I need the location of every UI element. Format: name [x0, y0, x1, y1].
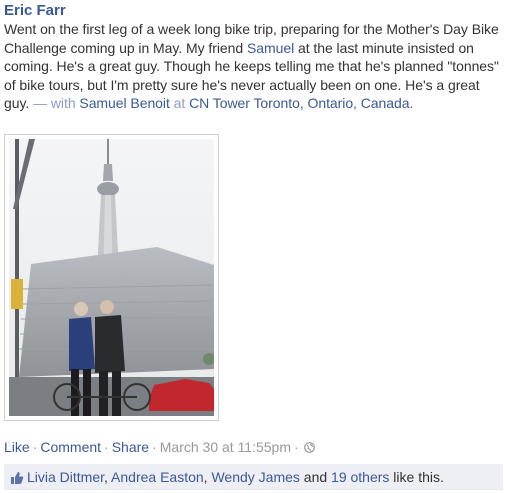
- separator: ·: [32, 439, 38, 455]
- and-word: and: [299, 469, 332, 485]
- post-photo[interactable]: [4, 134, 219, 421]
- comment-link[interactable]: Comment: [40, 439, 101, 455]
- separator: ·: [104, 439, 109, 455]
- mention-link[interactable]: Samuel: [247, 40, 294, 56]
- others-link[interactable]: 19 others: [331, 469, 389, 485]
- thumbs-up-icon: [10, 471, 24, 489]
- author-name-link[interactable]: Eric Farr: [4, 1, 504, 21]
- separator: ·: [294, 439, 299, 455]
- share-link[interactable]: Share: [112, 439, 149, 455]
- likes-suffix: like this.: [389, 469, 444, 485]
- photo-icon: [9, 139, 214, 416]
- at-word: at: [169, 95, 190, 111]
- with-separator: — with: [29, 95, 80, 111]
- like-link[interactable]: Like: [4, 439, 30, 455]
- globe-icon[interactable]: [303, 439, 315, 457]
- post-message: Went on the first leg of a week long bik…: [4, 20, 504, 113]
- liker-link[interactable]: Livia Dittmer: [27, 469, 104, 485]
- likes-summary: Livia Dittmer, Andrea Easton, Wendy Jame…: [4, 464, 503, 490]
- separator: ·: [152, 439, 157, 455]
- tagged-person-link[interactable]: Samuel Benoit: [79, 95, 169, 111]
- news-feed-story: Eric Farr Went on the first leg of a wee…: [4, 0, 504, 113]
- comma: ,: [104, 469, 112, 485]
- liker-link[interactable]: Wendy James: [211, 469, 299, 485]
- story-actions: Like · Comment · Share · March 30 at 11:55pm ·: [4, 438, 315, 457]
- location-link[interactable]: CN Tower Toronto, Ontario, Canada.: [189, 95, 413, 111]
- timestamp[interactable]: March 30 at 11:55pm: [160, 439, 291, 455]
- liker-link[interactable]: Andrea Easton: [111, 469, 204, 485]
